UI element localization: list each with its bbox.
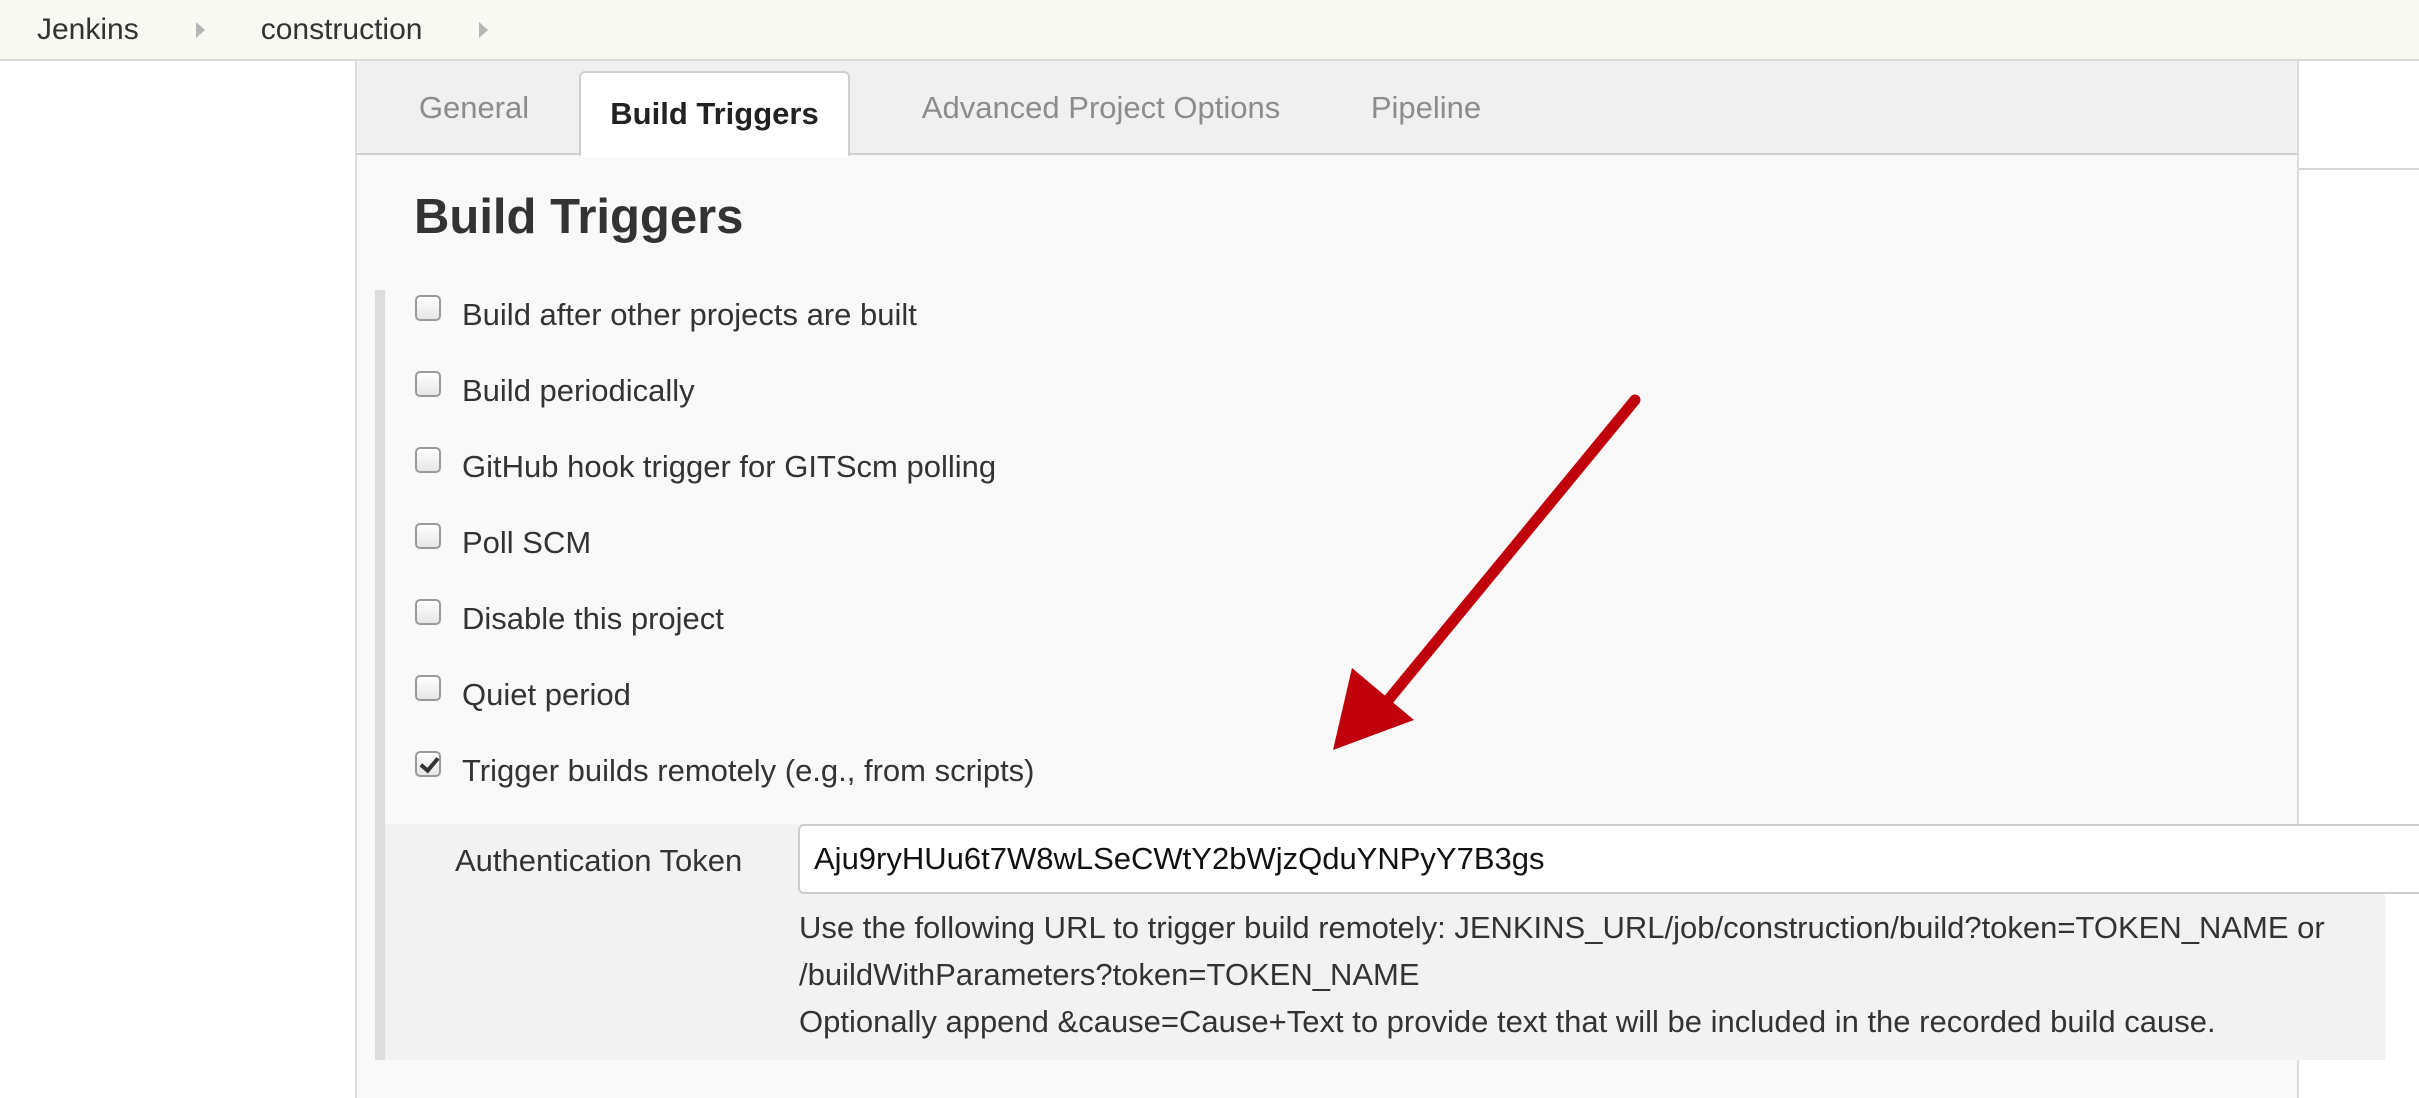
checkbox[interactable] <box>415 523 441 549</box>
option-build-periodically[interactable]: Build periodically <box>385 366 695 416</box>
option-label: Build after other projects are built <box>462 297 917 332</box>
option-github-hook-trigger[interactable]: GitHub hook trigger for GITScm polling <box>385 442 996 492</box>
tab-advanced-project-options[interactable]: Advanced Project Options <box>887 61 1315 155</box>
checkbox[interactable] <box>415 675 441 701</box>
option-label: Quiet period <box>462 677 631 712</box>
option-trigger-builds-remotely[interactable]: Trigger builds remotely (e.g., from scri… <box>385 746 1035 796</box>
option-poll-scm[interactable]: Poll SCM <box>385 518 591 568</box>
option-disable-project[interactable]: Disable this project <box>385 594 724 644</box>
annotation-arrow-icon <box>1333 394 1641 750</box>
option-label: GitHub hook trigger for GITScm polling <box>462 449 997 484</box>
checkbox[interactable] <box>415 295 441 321</box>
option-build-after-other-projects[interactable]: Build after other projects are built <box>385 290 917 340</box>
auth-token-label: Authentication Token <box>455 843 743 878</box>
breadcrumb-item-jenkins[interactable]: Jenkins <box>0 13 139 47</box>
option-quiet-period[interactable]: Quiet period <box>385 670 631 720</box>
divider <box>2299 168 2419 170</box>
breadcrumb-item-construction[interactable]: construction <box>261 13 423 47</box>
tab-build-triggers[interactable]: Build Triggers <box>579 71 850 157</box>
tab-general[interactable]: General <box>387 61 561 155</box>
checkbox[interactable] <box>415 447 441 473</box>
checkbox[interactable] <box>415 599 441 625</box>
breadcrumb: Jenkins construction <box>0 0 2419 61</box>
section-title: Build Triggers <box>414 190 744 244</box>
auth-token-input[interactable] <box>798 824 2419 894</box>
help-text: Use the following URL to trigger build r… <box>799 904 2399 1045</box>
option-label: Trigger builds remotely (e.g., from scri… <box>462 753 1035 788</box>
help-text-line: Optionally append &cause=Cause+Text to p… <box>799 1004 2216 1039</box>
breadcrumb-chevron-right-icon[interactable] <box>479 21 489 38</box>
option-label: Disable this project <box>462 601 724 636</box>
help-text-line: /buildWithParameters?token=TOKEN_NAME <box>799 957 1420 992</box>
help-text-line: Use the following URL to trigger build r… <box>799 910 2325 945</box>
option-label: Build periodically <box>462 373 695 408</box>
breadcrumb-chevron-right-icon[interactable] <box>195 21 205 38</box>
tab-pipeline[interactable]: Pipeline <box>1351 61 1501 155</box>
checkbox[interactable] <box>415 371 441 397</box>
auth-token-block: Authentication Token Use the following U… <box>385 824 2419 1060</box>
tab-bar: General Build Triggers Advanced Project … <box>357 61 2297 157</box>
option-label: Poll SCM <box>462 525 592 560</box>
checkbox-checked[interactable] <box>415 751 441 777</box>
